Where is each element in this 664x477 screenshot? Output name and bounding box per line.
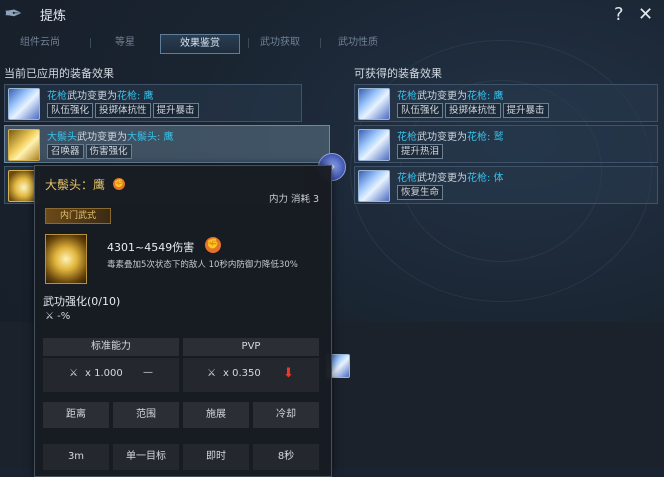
close-icon[interactable]: ✕ xyxy=(638,4,653,25)
pvp-sword-icon: ⚔ xyxy=(207,368,216,379)
available-effect-row[interactable]: 花枪武功变更为花枪: 鹫 提升热泪 xyxy=(354,125,658,163)
stat-label: 范围 xyxy=(113,402,179,428)
effect-chip: 投掷体抗性 xyxy=(445,103,501,118)
fist-badge-icon: ✊ xyxy=(113,178,125,190)
effect-chips: 队伍强化 投掷体抗性 提升暴击 xyxy=(47,103,201,118)
stat-label: 冷却 xyxy=(253,402,319,428)
stat-value: 3m xyxy=(43,444,109,470)
skill-icon xyxy=(358,88,390,120)
skill-large-icon xyxy=(45,234,87,284)
skill-icon xyxy=(358,170,390,202)
tab-effect-appraisal[interactable]: 效果鉴赏 xyxy=(160,34,240,54)
effect-chip: 恢复生命 xyxy=(397,185,444,200)
stat-value: 8秒 xyxy=(253,444,319,470)
pvp-multiplier: x 0.350 xyxy=(223,368,261,379)
tab-item[interactable]: 武功获取 xyxy=(250,34,310,52)
effect-text: 花枪武功变更为花枪: 体 xyxy=(397,173,504,184)
effect-chips: 提升热泪 xyxy=(397,144,445,159)
effect-chip: 提升热泪 xyxy=(397,144,444,159)
standard-ability-header: 标准能力 xyxy=(43,338,179,356)
effect-chips: 召唤器 伤害强化 xyxy=(47,144,134,159)
skill-icon xyxy=(8,129,40,161)
effect-chips: 队伍强化 投掷体抗性 提升暴击 xyxy=(397,103,551,118)
skill-tooltip: 大鬃头：鹰 ✊ 内力 消耗 3 内门武式 4301~4549伤害 ✊ 毒素叠加5… xyxy=(34,165,332,477)
decrease-arrow-icon: ⬇ xyxy=(283,366,294,381)
pvp-header: PVP xyxy=(183,338,319,356)
effect-chip: 投掷体抗性 xyxy=(95,103,151,118)
skill-name: 大鬃头：鹰 xyxy=(45,178,106,192)
damage-value: 4301~4549伤害 xyxy=(107,241,195,254)
internal-force-cost: 内力 消耗 3 xyxy=(269,194,320,205)
tab-item[interactable]: 组件云尚 xyxy=(10,34,70,52)
effect-chip: 伤害强化 xyxy=(85,144,132,159)
effect-text: 花枪武功变更为花枪: 鹰 xyxy=(397,91,504,102)
applied-effect-row-selected[interactable]: 大鬃头武功变更为大鬃头: 鹰 召唤器 伤害强化 xyxy=(4,125,330,163)
stat-label: 施展 xyxy=(183,402,249,428)
pvp-cell: ⚔ x 0.350 ⬇ xyxy=(183,358,319,392)
effect-chip: 提升暴击 xyxy=(502,103,549,118)
fist-badge-icon: ✊ xyxy=(205,237,221,253)
effect-chips: 恢复生命 xyxy=(397,185,445,200)
tab-item[interactable]: 等星 xyxy=(95,34,155,52)
skill-enhance: 武功强化(0/10) xyxy=(43,295,121,308)
effect-text: 花枪武功变更为花枪: 鹰 xyxy=(47,91,154,102)
applied-effects-title: 当前已应用的装备效果 xyxy=(4,67,114,80)
skill-description: 毒素叠加5次状态下的敌人 10秒内防御力降低30% xyxy=(107,260,298,270)
skill-type-tag: 内门武式 xyxy=(45,208,111,224)
tab-bar: 组件云尚 等星 效果鉴赏 武功获取 武功性质 xyxy=(0,34,420,54)
effect-text: 大鬃头武功变更为大鬃头: 鹰 xyxy=(47,132,174,143)
available-effect-row[interactable]: 花枪武功变更为花枪: 鹰 队伍强化 投掷体抗性 提升暴击 xyxy=(354,84,658,122)
available-effect-row[interactable]: 花枪武功变更为花枪: 体 恢复生命 xyxy=(354,166,658,204)
available-effects-title: 可获得的装备效果 xyxy=(354,67,442,80)
feather-logo-icon: ✒ xyxy=(4,2,23,27)
no-change-dash: — xyxy=(143,367,153,378)
skill-icon xyxy=(8,88,40,120)
effect-chip: 召唤器 xyxy=(47,144,84,159)
help-icon[interactable]: ? xyxy=(614,4,624,25)
skill-icon xyxy=(358,129,390,161)
stat-value: 单一目标 xyxy=(113,444,179,470)
enhance-value: ⚔ -% xyxy=(45,311,71,322)
effect-text: 花枪武功变更为花枪: 鹫 xyxy=(397,132,504,143)
window-title: 提炼 xyxy=(40,9,67,24)
standard-multiplier: x 1.000 xyxy=(85,368,123,379)
stat-value: 即时 xyxy=(183,444,249,470)
crossed-swords-icon: ⚔ xyxy=(69,368,78,379)
effect-chip: 队伍强化 xyxy=(397,103,444,118)
stat-label: 距离 xyxy=(43,402,109,428)
tab-item[interactable]: 武功性质 xyxy=(328,34,388,52)
applied-effect-row[interactable]: 花枪武功变更为花枪: 鹰 队伍强化 投掷体抗性 提升暴击 xyxy=(4,84,302,122)
standard-ability-cell: ⚔ x 1.000 — xyxy=(43,358,179,392)
effect-chip: 队伍强化 xyxy=(47,103,94,118)
crossed-swords-icon: ⚔ xyxy=(45,311,54,322)
effect-chip: 提升暴击 xyxy=(152,103,199,118)
